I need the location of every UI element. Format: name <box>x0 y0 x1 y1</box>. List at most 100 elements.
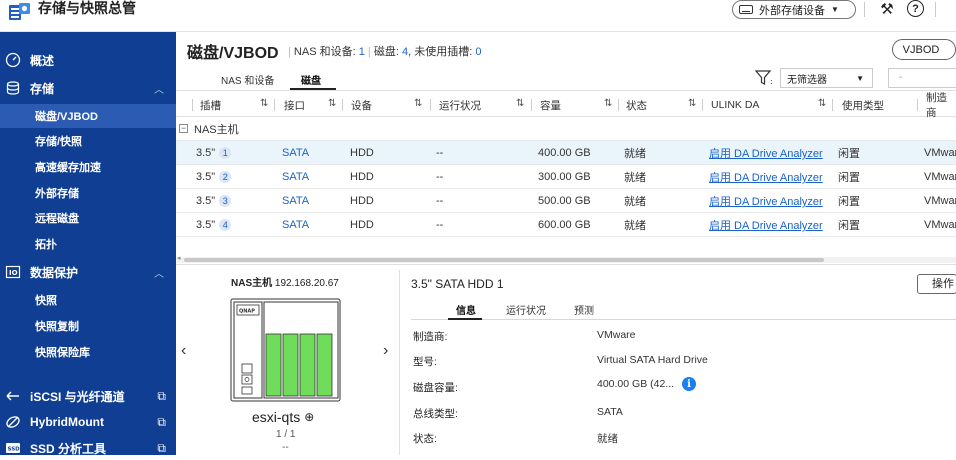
tab-health[interactable]: 运行状况 <box>506 302 546 317</box>
previous-device-arrow[interactable]: ‹ <box>181 342 186 360</box>
tab-disks[interactable]: 磁盘 <box>301 72 321 87</box>
sidebar-item-snapshot-replica[interactable]: 快照复制 <box>0 314 176 338</box>
column-separator <box>342 99 343 111</box>
sidebar-item-overview[interactable]: 概述 <box>0 48 176 72</box>
sort-icon[interactable]: ⇅ <box>688 98 696 109</box>
sort-icon[interactable]: ⇅ <box>516 98 524 109</box>
column-separator <box>430 99 431 111</box>
table-row[interactable]: 3.5" 3 SATA HDD -- 500.00 GB 就绪 启用 DA Dri… <box>176 189 956 213</box>
sidebar-item-cache-acceleration[interactable]: 高速缓存加速 <box>0 155 176 179</box>
table-header: 插槽 ⇅ 接口 ⇅ 设备 ⇅ 运行状况 ⇅ 容量 ⇅ 状态 ⇅ ULINK DA… <box>176 92 956 119</box>
filter-dropdown[interactable]: 无筛选器 ▼ <box>780 68 873 88</box>
external-storage-label: 外部存储设备 <box>759 4 825 17</box>
cell-interface: SATA <box>282 171 310 183</box>
column-header-status[interactable]: 状态 <box>626 93 647 117</box>
column-header-usage[interactable]: 使用类型 <box>842 93 884 117</box>
svg-text:SSD: SSD <box>8 447 21 453</box>
sort-icon[interactable]: ⇅ <box>414 98 422 109</box>
scrollbar-thumb[interactable] <box>184 258 824 262</box>
search-input[interactable]: - <box>888 68 956 88</box>
slot-number-badge: 1 <box>219 147 232 159</box>
cell-interface: SATA <box>282 195 310 207</box>
tab-nas-devices[interactable]: NAS 和设备 <box>221 72 274 87</box>
field-label-bus-type: 总线类型: <box>413 408 458 420</box>
tab-prediction[interactable]: 预测 <box>574 302 594 317</box>
vjbod-button[interactable]: VJBOD <box>892 39 956 60</box>
column-header-device[interactable]: 设备 <box>351 93 372 117</box>
nas-device-name: esxi-qts ⊕ <box>252 409 314 425</box>
cell-usage: 闲置 <box>838 196 860 208</box>
sidebar-item-disks-vjbod[interactable]: 磁盘/VJBOD <box>0 104 176 128</box>
sidebar-item-snapshot-vault[interactable]: 快照保险库 <box>0 340 176 364</box>
cell-interface: SATA <box>282 219 310 231</box>
group-row-nas-host[interactable]: − NAS主机 <box>176 117 956 141</box>
sidebar-section-data-protection[interactable]: IO 数据保护 ︿ <box>0 260 176 284</box>
panel-divider <box>176 264 956 265</box>
enable-da-drive-analyzer-link[interactable]: 启用 DA Drive Analyzer <box>709 189 823 213</box>
table-row[interactable]: 3.5" 2 SATA HDD -- 300.00 GB 就绪 启用 DA Dri… <box>176 165 956 189</box>
collapse-icon[interactable]: − <box>179 124 188 133</box>
sidebar-item-snapshot[interactable]: 快照 <box>0 288 176 312</box>
cell-device: HDD <box>350 147 374 159</box>
enable-da-drive-analyzer-link[interactable]: 启用 DA Drive Analyzer <box>709 165 823 189</box>
enable-da-drive-analyzer-link[interactable]: 启用 DA Drive Analyzer <box>709 141 823 165</box>
filter-icon[interactable]: : <box>755 70 773 86</box>
sort-icon[interactable]: ⇅ <box>604 98 612 109</box>
sidebar-item-storage-snapshots[interactable]: 存储/快照 <box>0 129 176 153</box>
sidebar-item-iscsi[interactable]: iSCSI 与光纤通道 ⧉ <box>0 384 176 408</box>
column-header-vendor[interactable]: 制造商 <box>926 92 956 119</box>
cell-usage: 闲置 <box>838 220 860 232</box>
sidebar-label: 数据保护 <box>30 265 79 280</box>
tab-info[interactable]: 信息 <box>456 302 476 317</box>
slot-number-badge: 3 <box>219 195 232 207</box>
table-row[interactable]: 3.5" 1 SATA HDD -- 400.00 GB 就绪 启用 DA Dri… <box>176 141 956 165</box>
chevron-up-icon: ︿ <box>154 84 164 96</box>
detail-tabs-divider <box>411 319 956 320</box>
sidebar-item-hybridmount[interactable]: HybridMount ⧉ <box>0 410 176 434</box>
column-separator <box>531 99 532 111</box>
enable-da-drive-analyzer-link[interactable]: 启用 DA Drive Analyzer <box>709 213 823 237</box>
sidebar-item-ssd-tool[interactable]: SSD SSD 分析工具 ⧉ <box>0 436 176 460</box>
tools-icon[interactable]: ⚒ <box>878 0 896 18</box>
zoom-in-icon[interactable]: ⊕ <box>304 410 314 424</box>
sidebar-item-external-storage[interactable]: 外部存储 <box>0 181 176 205</box>
page-title: 磁盘/VJBOD <box>187 45 279 62</box>
sort-icon[interactable]: ⇅ <box>818 98 826 109</box>
slot-number-badge: 4 <box>219 219 232 231</box>
sidebar-item-remote-disk[interactable]: 远程磁盘 <box>0 206 176 230</box>
column-header-ulink-da[interactable]: ULINK DA <box>711 93 759 117</box>
sidebar-label: 存储 <box>30 81 55 96</box>
column-header-capacity[interactable]: 容量 <box>540 93 561 117</box>
horizontal-scrollbar[interactable]: ◂ <box>176 254 956 263</box>
actions-button[interactable]: 操作 <box>917 274 956 294</box>
next-device-arrow[interactable]: › <box>383 342 388 360</box>
column-separator <box>917 99 918 111</box>
cell-health: -- <box>436 219 444 231</box>
sidebar-section-storage[interactable]: 存储 ︿ <box>0 76 176 100</box>
external-storage-dropdown[interactable]: 外部存储设备 ▼ <box>732 0 856 19</box>
top-separator <box>935 2 936 17</box>
field-value-status: 就绪 <box>597 433 618 445</box>
column-separator <box>274 99 275 111</box>
column-header-health[interactable]: 运行状况 <box>439 93 481 117</box>
summary-label: 磁盘: <box>373 46 402 58</box>
page-summary: | NAS 和设备: 1 | 磁盘: 4, 未使用插槽: 0 <box>288 46 482 58</box>
cell-vendor: VMware <box>924 171 956 183</box>
table-row[interactable]: 3.5" 4 SATA HDD -- 600.00 GB 就绪 启用 DA Dri… <box>176 213 956 237</box>
chevron-up-icon: ︿ <box>154 268 164 280</box>
sidebar-item-topology[interactable]: 拓扑 <box>0 232 176 256</box>
cell-usage: 闲置 <box>838 172 860 184</box>
nas-device-image[interactable]: QNAP <box>230 298 342 402</box>
column-header-interface[interactable]: 接口 <box>284 93 305 117</box>
sort-icon[interactable]: ⇅ <box>260 98 268 109</box>
scroll-left-icon[interactable]: ◂ <box>177 254 181 262</box>
sort-icon[interactable]: ⇅ <box>328 98 336 109</box>
external-link-icon: ⧉ <box>157 440 166 455</box>
info-icon[interactable]: i <box>682 377 697 391</box>
cell-status: 就绪 <box>624 196 646 208</box>
cell-health: -- <box>436 195 444 207</box>
field-value-model: Virtual SATA Hard Drive <box>597 354 708 366</box>
cell-slot: 3.5" 3 <box>196 189 232 213</box>
help-icon[interactable]: ? <box>907 0 924 17</box>
column-header-slot[interactable]: 插槽 <box>200 93 221 117</box>
